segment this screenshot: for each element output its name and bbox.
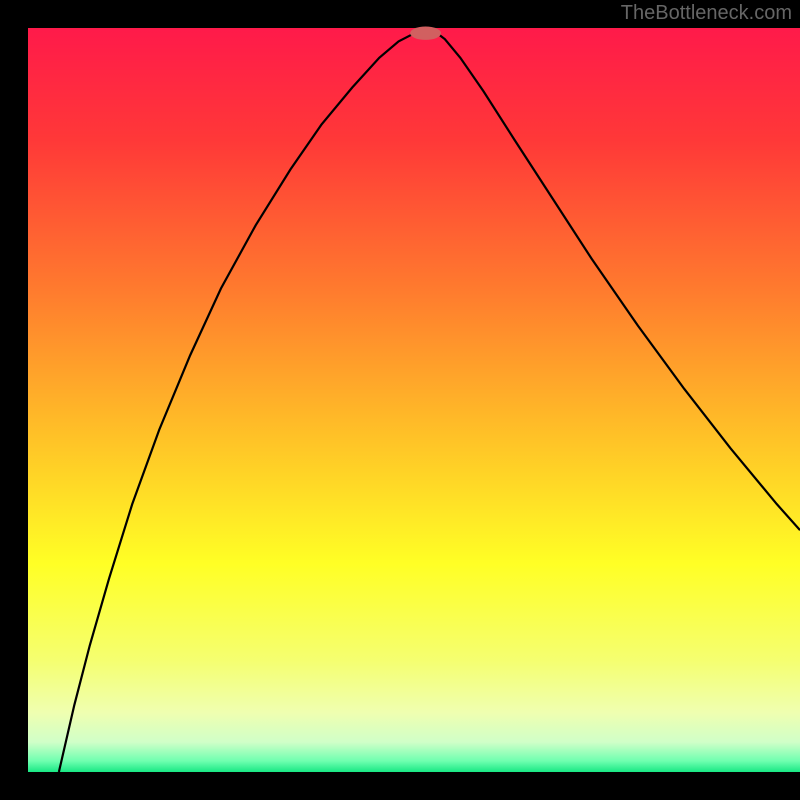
optimum-marker bbox=[410, 27, 441, 40]
chart-container: TheBottleneck.com bbox=[0, 0, 800, 800]
bottleneck-chart bbox=[0, 0, 800, 800]
attribution-label: TheBottleneck.com bbox=[621, 2, 792, 25]
plot-background bbox=[28, 28, 800, 772]
